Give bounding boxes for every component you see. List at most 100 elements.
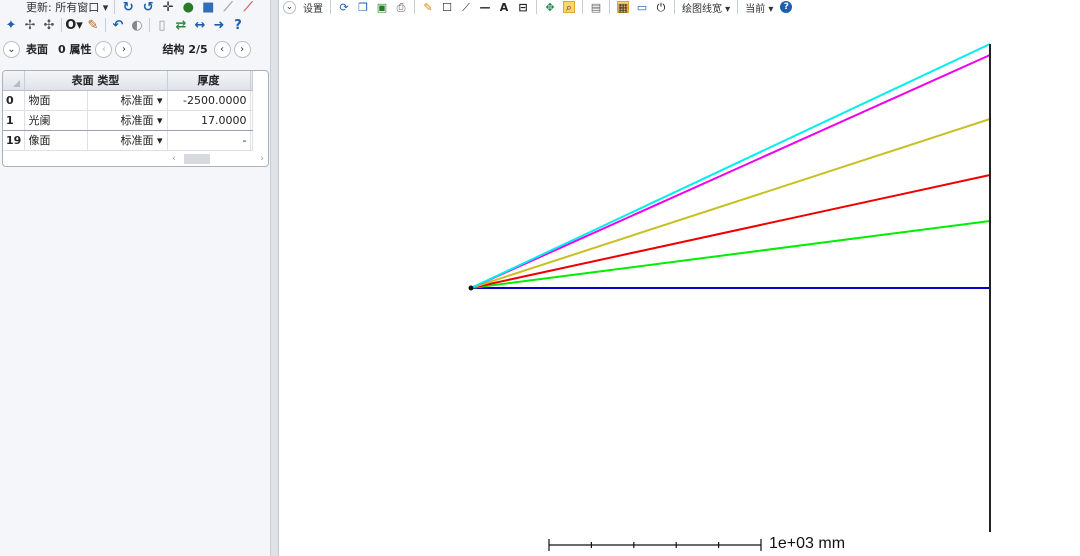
toolbar-separator	[114, 0, 116, 14]
swap-icon[interactable]: ⇄	[174, 18, 188, 32]
row-number: 19	[3, 130, 25, 151]
surface-navigator: ⌄ 表面 0 属性 ‹ › 结构 2/5 ‹ ›	[0, 38, 271, 60]
surface-comment-cell[interactable]: 物面	[24, 90, 88, 111]
pencil-icon[interactable]: ✎	[86, 18, 100, 32]
surface-type-dropdown[interactable]: 标准面 ▾	[87, 110, 168, 131]
scroll-right-icon[interactable]: ›	[256, 154, 268, 164]
line-width-dropdown[interactable]: 绘图线宽 ▾	[682, 0, 730, 15]
ray-line	[470, 54, 991, 289]
zoom-icon[interactable]: ⌕	[563, 1, 575, 13]
properties-label: 0 属性	[58, 43, 92, 56]
settings-chevron-icon[interactable]: ⌄	[283, 0, 296, 14]
update-all-windows-dropdown[interactable]: 更新: 所有窗口 ▾	[26, 0, 108, 15]
surface-type-dropdown[interactable]: 标准面 ▾	[87, 130, 168, 151]
chevron-down-icon[interactable]: ⌄	[3, 40, 20, 58]
prev-config-button[interactable]: ‹	[213, 40, 231, 58]
toolbar-separator	[582, 0, 583, 14]
editor-toolbar: ✦ ✢ ✣ O▾ ✎ ↶ ◐ ▯ ⇄ ↔ ➜ ?	[0, 16, 271, 34]
grid-icon[interactable]: ▦	[617, 1, 629, 13]
page-icon[interactable]: ▯	[155, 18, 169, 32]
next-config-button[interactable]: ›	[233, 40, 251, 58]
surface-comment-cell[interactable]: 光阑	[24, 110, 88, 131]
print-icon[interactable]: ⎙	[395, 1, 407, 13]
ray-line	[470, 43, 991, 289]
toolbar-separator	[737, 0, 739, 14]
dimension-icon[interactable]: ⊟	[517, 1, 529, 13]
refresh-icon[interactable]: ⟳	[338, 1, 350, 13]
insert-after-icon[interactable]: ✢	[23, 18, 37, 32]
header-extra	[250, 71, 253, 91]
power-icon[interactable]: ⏻	[655, 1, 667, 13]
lens-data-table: 表面 类型 厚度 0 物面 标准面 ▾ -2500.0000 1 光阑 标准面 …	[2, 70, 269, 167]
update-toolbar: 更新: 所有窗口 ▾ ↻ ↺ ✛ ● ■ ⟋ ⟋	[0, 0, 271, 14]
toggle-icon[interactable]: ◐	[130, 18, 144, 32]
row-number: 0	[3, 90, 25, 111]
thickness-cell[interactable]: -	[167, 130, 251, 151]
header-surface-type[interactable]: 表面 类型	[24, 71, 168, 91]
toolbar-separator	[609, 0, 610, 14]
ray-trace-icon[interactable]: ⟋	[221, 0, 235, 14]
toolbar-separator	[674, 0, 675, 14]
lens-data-panel: 更新: 所有窗口 ▾ ↻ ↺ ✛ ● ■ ⟋ ⟋ ✦ ✢ ✣ O▾ ✎ ↶ ◐ …	[0, 0, 271, 556]
layout-plot[interactable]	[279, 14, 1080, 556]
toolbar-separator	[414, 0, 415, 14]
extra-cell	[250, 90, 253, 111]
layout-toolbar: ⌄ 设置 ⟳ ❐ ▣ ⎙ ✎ ☐ ⟋ — A ⊟ ✥ ⌕ ▤ ▦ ▭ ⏻ 绘图线…	[283, 0, 793, 15]
undo-icon[interactable]: ↶	[111, 18, 125, 32]
row-number: 1	[3, 110, 25, 131]
clipboard-icon[interactable]: ▤	[590, 1, 602, 13]
solve-dropdown-icon[interactable]: O▾	[65, 18, 83, 32]
toolbar-separator	[105, 18, 106, 32]
extra-cell	[250, 110, 253, 131]
toolbar-separator	[330, 0, 331, 14]
text-icon[interactable]: A	[498, 1, 510, 13]
app-window: 更新: 所有窗口 ▾ ↻ ↺ ✛ ● ■ ⟋ ⟋ ✦ ✢ ✣ O▾ ✎ ↶ ◐ …	[0, 0, 1080, 556]
table-row[interactable]: 0 物面 标准面 ▾ -2500.0000	[3, 90, 253, 111]
rectangle-icon[interactable]: ☐	[441, 1, 453, 13]
globe-icon[interactable]: ●	[181, 0, 195, 14]
line-icon[interactable]: ⟋	[460, 1, 472, 13]
settings-button[interactable]: 设置	[303, 0, 323, 15]
source-point	[468, 285, 474, 291]
ray-clear-icon[interactable]: ⟋	[241, 0, 255, 14]
scroll-thumb[interactable]	[184, 153, 210, 164]
scroll-left-icon[interactable]: ‹	[168, 154, 180, 164]
export-image-icon[interactable]: ▣	[376, 1, 388, 13]
prev-surface-button[interactable]: ‹	[95, 40, 113, 58]
extra-cell	[250, 130, 253, 151]
refresh-all-icon[interactable]: ↺	[141, 0, 155, 14]
delete-surface-icon[interactable]: ✣	[42, 18, 56, 32]
table-horizontal-scrollbar[interactable]: ‹ ›	[168, 152, 268, 165]
help-icon[interactable]: ?	[231, 18, 245, 32]
config-label: 结构 2/5	[162, 43, 208, 56]
move-icon[interactable]: ✥	[544, 1, 556, 13]
refresh-icon[interactable]: ↻	[121, 0, 135, 14]
arrow-right-icon[interactable]: ➜	[212, 18, 226, 32]
copy-icon[interactable]: ❐	[357, 1, 369, 13]
shift-icon[interactable]: ↔	[193, 18, 207, 32]
surface-comment-cell[interactable]: 像面	[24, 130, 88, 151]
header-thickness[interactable]: 厚度	[167, 71, 251, 91]
insert-surface-icon[interactable]: ✦	[4, 18, 18, 32]
surface-label: 表面	[26, 43, 48, 56]
toolbar-separator	[536, 0, 537, 14]
thickness-cell[interactable]: 17.0000	[167, 110, 251, 131]
add-surface-icon[interactable]: ✛	[161, 0, 175, 14]
surface-type-dropdown[interactable]: 标准面 ▾	[87, 90, 168, 111]
scale-bar-label: 1e+03 mm	[769, 535, 846, 552]
thickness-cell[interactable]: -2500.0000	[167, 90, 251, 111]
window-icon[interactable]: ▭	[636, 1, 648, 13]
toolbar-separator	[149, 18, 150, 32]
ray-line	[470, 118, 991, 289]
table-corner[interactable]	[3, 71, 25, 91]
horizontal-line-icon[interactable]: —	[479, 1, 491, 13]
current-dropdown[interactable]: 当前 ▾	[745, 0, 773, 15]
next-surface-button[interactable]: ›	[115, 40, 133, 58]
save-icon[interactable]: ■	[201, 0, 215, 14]
panel-splitter[interactable]	[271, 0, 279, 556]
pencil-icon[interactable]: ✎	[422, 1, 434, 13]
help-icon[interactable]: ?	[780, 1, 793, 13]
table-row[interactable]: 1 光阑 标准面 ▾ 17.0000	[3, 110, 253, 131]
table-row[interactable]: 19 像面 标准面 ▾ -	[3, 130, 253, 151]
toolbar-separator	[61, 18, 62, 32]
